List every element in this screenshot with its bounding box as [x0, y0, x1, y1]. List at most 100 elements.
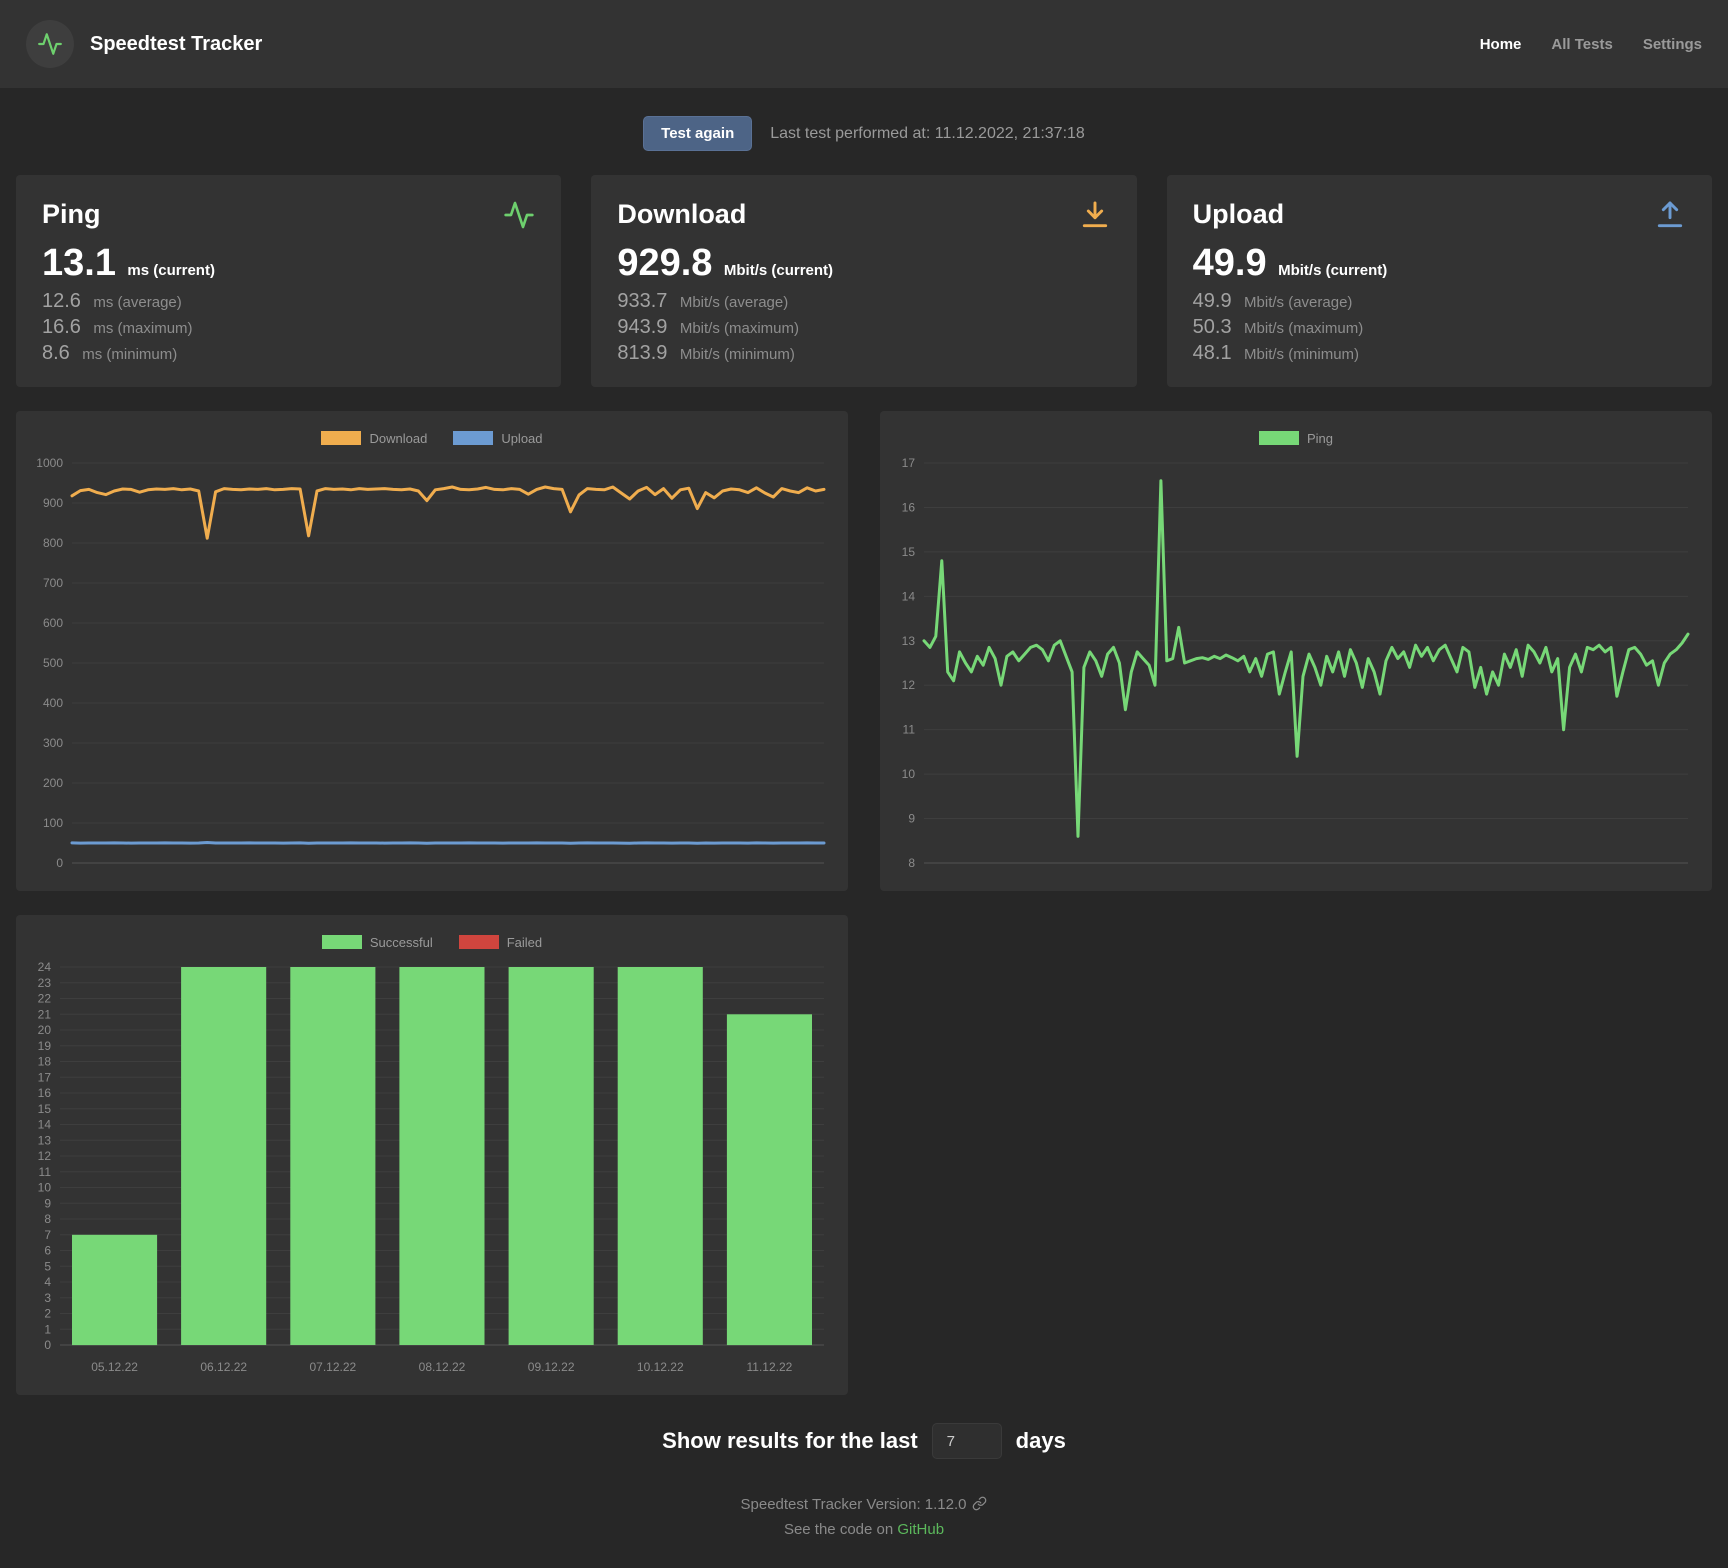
svg-text:17: 17 — [38, 1070, 52, 1084]
last-test-text: Last test performed at: 11.12.2022, 21:3… — [770, 124, 1085, 142]
link-icon[interactable] — [972, 1495, 987, 1518]
stat-value: 8.6 — [42, 342, 70, 364]
svg-text:0: 0 — [44, 1338, 51, 1352]
svg-text:18: 18 — [38, 1055, 52, 1069]
stat-label: ms (minimum) — [82, 346, 178, 363]
svg-text:1000: 1000 — [36, 456, 63, 470]
legend-swatch — [1258, 431, 1299, 445]
test-row: Test again Last test performed at: 11.12… — [0, 116, 1728, 151]
svg-text:700: 700 — [43, 576, 63, 590]
download-icon — [1079, 199, 1111, 236]
version-text: Speedtest Tracker Version: 1.12.0 — [740, 1496, 967, 1513]
svg-text:16: 16 — [38, 1086, 52, 1100]
main-nav: Home All Tests Settings — [1450, 36, 1702, 53]
svg-text:17: 17 — [902, 456, 916, 470]
stat-label: ms (average) — [93, 294, 182, 311]
svg-text:6: 6 — [44, 1244, 51, 1258]
stat-row: 50.3 Mbit/s (maximum) — [1193, 315, 1686, 341]
legend-swatch — [458, 935, 499, 949]
stat-row: 943.9 Mbit/s (maximum) — [617, 315, 1110, 341]
svg-text:08.12.22: 08.12.22 — [419, 1360, 466, 1374]
app-logo[interactable] — [26, 20, 74, 68]
svg-text:13: 13 — [902, 634, 916, 648]
svg-text:07.12.22: 07.12.22 — [309, 1360, 356, 1374]
svg-text:800: 800 — [43, 536, 63, 550]
version-line: Speedtest Tracker Version: 1.12.0 — [0, 1493, 1728, 1518]
svg-text:10: 10 — [38, 1181, 52, 1195]
stat-value: 943.9 — [617, 316, 668, 338]
svg-text:9: 9 — [44, 1196, 51, 1210]
svg-text:12: 12 — [902, 678, 916, 692]
legend-item-ping[interactable]: Ping — [1258, 431, 1333, 446]
github-link[interactable]: GitHub — [897, 1521, 944, 1538]
svg-text:10.12.22: 10.12.22 — [637, 1360, 684, 1374]
svg-text:11: 11 — [903, 723, 916, 737]
svg-text:24: 24 — [38, 960, 52, 974]
show-results-label: Show results for the last — [662, 1428, 918, 1453]
nav-home[interactable]: Home — [1480, 36, 1522, 53]
stat-label: Mbit/s (minimum) — [1244, 346, 1360, 363]
svg-text:15: 15 — [38, 1102, 52, 1116]
svg-text:300: 300 — [43, 736, 63, 750]
legend-label: Failed — [506, 934, 543, 950]
stat-cards: Ping 13.1 ms (current) 12.6 ms (average)… — [16, 175, 1712, 387]
stat-row: 12.6 ms (average) — [42, 289, 535, 315]
ping-chart-legend: Ping — [892, 423, 1700, 453]
activity-icon — [38, 33, 62, 55]
svg-text:1: 1 — [44, 1322, 51, 1336]
svg-text:21: 21 — [38, 1007, 52, 1021]
nav-all-tests[interactable]: All Tests — [1551, 36, 1612, 53]
nav-settings[interactable]: Settings — [1643, 36, 1702, 53]
legend-item-download[interactable]: Download — [321, 431, 427, 446]
svg-text:900: 900 — [43, 496, 63, 510]
svg-text:11: 11 — [39, 1165, 52, 1179]
svg-text:100: 100 — [43, 816, 63, 830]
legend-item-successful[interactable]: Successful — [321, 935, 433, 950]
svg-text:19: 19 — [38, 1039, 52, 1053]
svg-text:7: 7 — [44, 1228, 51, 1242]
svg-text:8: 8 — [44, 1212, 51, 1226]
legend-swatch — [321, 431, 362, 445]
svg-text:23: 23 — [38, 976, 52, 990]
legend-item-failed[interactable]: Failed — [458, 934, 543, 950]
svg-text:2: 2 — [44, 1307, 51, 1321]
card-title: Download — [617, 199, 747, 229]
current-value: 13.1 — [42, 242, 116, 284]
stat-label: ms (maximum) — [93, 320, 193, 337]
legend-swatch — [453, 431, 494, 445]
ping-chart-canvas: 8 9 10 11 12 13 14 15 16 17 — [892, 453, 1700, 877]
app-header: Speedtest Tracker Home All Tests Setting… — [0, 0, 1728, 88]
stat-row: 813.9 Mbit/s (minimum) — [617, 341, 1110, 367]
svg-text:14: 14 — [902, 589, 916, 603]
test-again-button[interactable]: Test again — [643, 116, 753, 151]
brand: Speedtest Tracker — [26, 20, 262, 68]
upload-icon — [1654, 199, 1686, 236]
legend-item-upload[interactable]: Upload — [453, 430, 543, 446]
activity-icon — [503, 199, 535, 236]
svg-text:4: 4 — [44, 1275, 51, 1289]
current-value-row: 49.9 Mbit/s (current) — [1193, 242, 1686, 285]
tests-chart-panel: Successful Failed 0 1 2 3 4 5 6 7 8 9 10 11 12 13 14 15 1… — [16, 915, 848, 1395]
see-code-line: See the code on GitHub — [0, 1518, 1728, 1541]
stat-row: 933.7 Mbit/s (average) — [617, 289, 1110, 315]
stat-value: 50.3 — [1192, 316, 1232, 338]
legend-label: Upload — [501, 430, 543, 446]
download-card: Download 929.8 Mbit/s (current) 933.7 Mb… — [591, 175, 1137, 387]
svg-text:600: 600 — [43, 616, 63, 630]
stat-value: 16.6 — [42, 316, 81, 338]
svg-text:22: 22 — [38, 992, 52, 1006]
current-unit: Mbit/s (current) — [723, 262, 834, 279]
tests-chart-legend: Successful Failed — [28, 927, 836, 957]
svg-text:11.12.22: 11.12.22 — [747, 1360, 793, 1374]
svg-text:09.12.22: 09.12.22 — [528, 1360, 575, 1374]
svg-text:9: 9 — [908, 812, 915, 826]
stat-value: 49.9 — [1192, 290, 1232, 312]
card-title: Upload — [1192, 199, 1285, 229]
svg-text:3: 3 — [44, 1291, 51, 1305]
upload-card: Upload 49.9 Mbit/s (current) 49.9 Mbit/s… — [1166, 175, 1712, 387]
days-input[interactable] — [931, 1423, 1002, 1459]
stat-row: 16.6 ms (maximum) — [42, 315, 535, 341]
svg-text:200: 200 — [43, 776, 63, 790]
svg-text:5: 5 — [44, 1259, 51, 1273]
svg-text:14: 14 — [38, 1118, 52, 1132]
